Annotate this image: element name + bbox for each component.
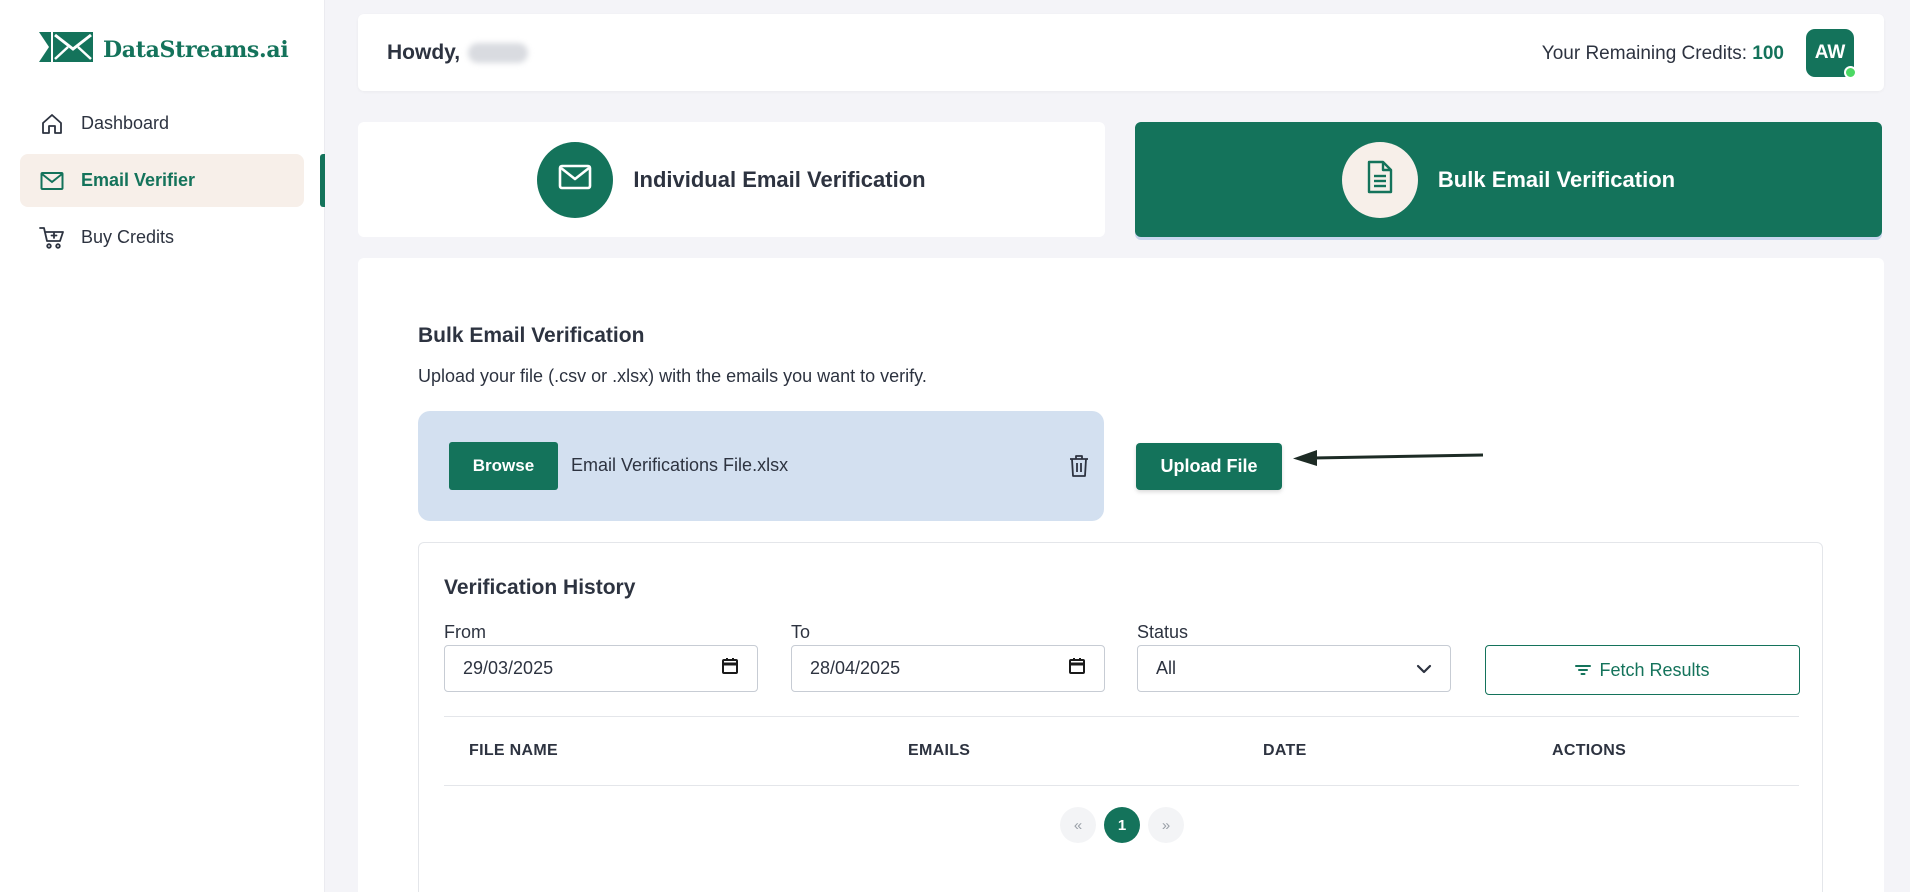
fetch-results-label: Fetch Results bbox=[1599, 659, 1710, 680]
status-select[interactable]: All bbox=[1137, 645, 1451, 692]
column-header-actions: ACTIONS bbox=[1552, 742, 1627, 759]
trash-icon[interactable] bbox=[1066, 452, 1092, 480]
calendar-icon[interactable] bbox=[1068, 657, 1086, 680]
to-date-value: 28/04/2025 bbox=[810, 658, 901, 678]
mail-icon bbox=[558, 164, 592, 196]
verification-history-card: Verification History From 29/03/2025 To … bbox=[418, 542, 1823, 892]
table-header: FILE NAME EMAILS DATE ACTIONS bbox=[444, 716, 1799, 786]
history-title: Verification History bbox=[444, 576, 636, 599]
file-dropzone[interactable]: Browse Email Verifications File.xlsx bbox=[418, 411, 1104, 521]
sidebar-item-label: Dashboard bbox=[81, 113, 170, 133]
individual-verification-label: Individual Email Verification bbox=[633, 166, 926, 192]
online-status-dot bbox=[1844, 66, 1857, 79]
panel-title: Bulk Email Verification bbox=[418, 324, 645, 347]
column-header-file-name: FILE NAME bbox=[469, 742, 558, 759]
individual-verification-tab[interactable]: Individual Email Verification bbox=[358, 122, 1105, 237]
fetch-results-button[interactable]: Fetch Results bbox=[1485, 645, 1800, 695]
cart-icon bbox=[39, 225, 65, 251]
mail-icon bbox=[39, 168, 65, 194]
pagination-next-button[interactable]: » bbox=[1148, 807, 1184, 843]
greeting: Howdy, bbox=[387, 41, 529, 65]
bulk-verification-panel: Bulk Email Verification Upload your file… bbox=[358, 258, 1884, 892]
status-selected-value: All bbox=[1156, 658, 1177, 678]
avatar-initials: AW bbox=[1814, 42, 1846, 63]
sidebar-item-label: Email Verifier bbox=[81, 170, 196, 190]
arrow-annotation-icon bbox=[1293, 446, 1493, 475]
from-date-input[interactable]: 29/03/2025 bbox=[444, 645, 758, 692]
column-header-date: DATE bbox=[1263, 742, 1307, 759]
document-icon bbox=[1366, 160, 1394, 200]
bulk-verification-tab[interactable]: Bulk Email Verification bbox=[1135, 122, 1882, 237]
to-date-input[interactable]: 28/04/2025 bbox=[791, 645, 1105, 692]
upload-file-button[interactable]: Upload File bbox=[1136, 443, 1282, 490]
from-label: From bbox=[444, 622, 486, 642]
individual-mode-icon-circle bbox=[537, 141, 614, 218]
selected-file-name: Email Verifications File.xlsx bbox=[571, 455, 789, 475]
panel-subtitle: Upload your file (.csv or .xlsx) with th… bbox=[418, 366, 927, 386]
pagination-page-1[interactable]: 1 bbox=[1104, 807, 1140, 843]
sidebar-item-label: Buy Credits bbox=[81, 227, 175, 247]
filter-icon bbox=[1575, 660, 1592, 681]
sidebar-item-email-verifier[interactable]: Email Verifier bbox=[20, 154, 304, 207]
greeting-label: Howdy, bbox=[387, 41, 461, 64]
home-icon bbox=[39, 111, 65, 137]
bulk-mode-icon-circle bbox=[1341, 141, 1418, 218]
column-header-emails: EMAILS bbox=[908, 742, 971, 759]
top-header: Howdy, Your Remaining Credits: 100 AW bbox=[358, 14, 1884, 91]
redacted-username bbox=[468, 43, 529, 63]
to-label: To bbox=[791, 622, 811, 642]
active-indicator bbox=[320, 154, 325, 207]
bulk-verification-label: Bulk Email Verification bbox=[1437, 166, 1676, 192]
credits-value: 100 bbox=[1752, 43, 1784, 64]
sidebar-item-dashboard[interactable]: Dashboard bbox=[20, 97, 304, 150]
calendar-icon[interactable] bbox=[721, 657, 739, 680]
browse-button[interactable]: Browse bbox=[449, 442, 558, 490]
logo-text: DataStreams.ai bbox=[103, 36, 289, 63]
credits-display: Your Remaining Credits: 100 bbox=[1542, 43, 1784, 65]
from-date-value: 29/03/2025 bbox=[463, 658, 554, 678]
pagination: « 1 » bbox=[1060, 807, 1184, 843]
sidebar-item-buy-credits[interactable]: Buy Credits bbox=[20, 211, 304, 264]
status-label: Status bbox=[1137, 622, 1189, 642]
logo[interactable]: DataStreams.ai bbox=[39, 32, 289, 67]
sidebar: DataStreams.ai Dashboard Email Verifier … bbox=[0, 0, 325, 892]
logo-mail-icon bbox=[39, 32, 93, 67]
credits-label: Your Remaining Credits: bbox=[1541, 43, 1748, 64]
chevron-down-icon bbox=[1416, 658, 1432, 679]
avatar[interactable]: AW bbox=[1806, 29, 1857, 79]
pagination-prev-button[interactable]: « bbox=[1060, 807, 1096, 843]
